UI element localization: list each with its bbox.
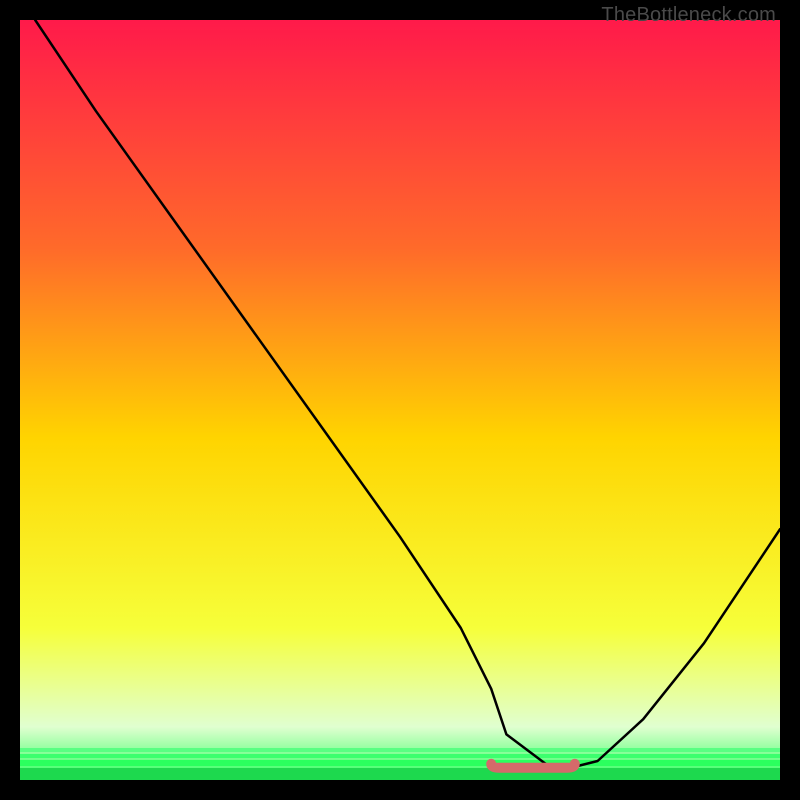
curve-layer xyxy=(20,20,780,780)
plot-area xyxy=(20,20,780,780)
bottleneck-curve xyxy=(35,20,780,769)
watermark-text: TheBottleneck.com xyxy=(601,4,776,27)
optimal-range-badge xyxy=(491,764,575,768)
chart-frame: TheBottleneck.com xyxy=(0,0,800,800)
